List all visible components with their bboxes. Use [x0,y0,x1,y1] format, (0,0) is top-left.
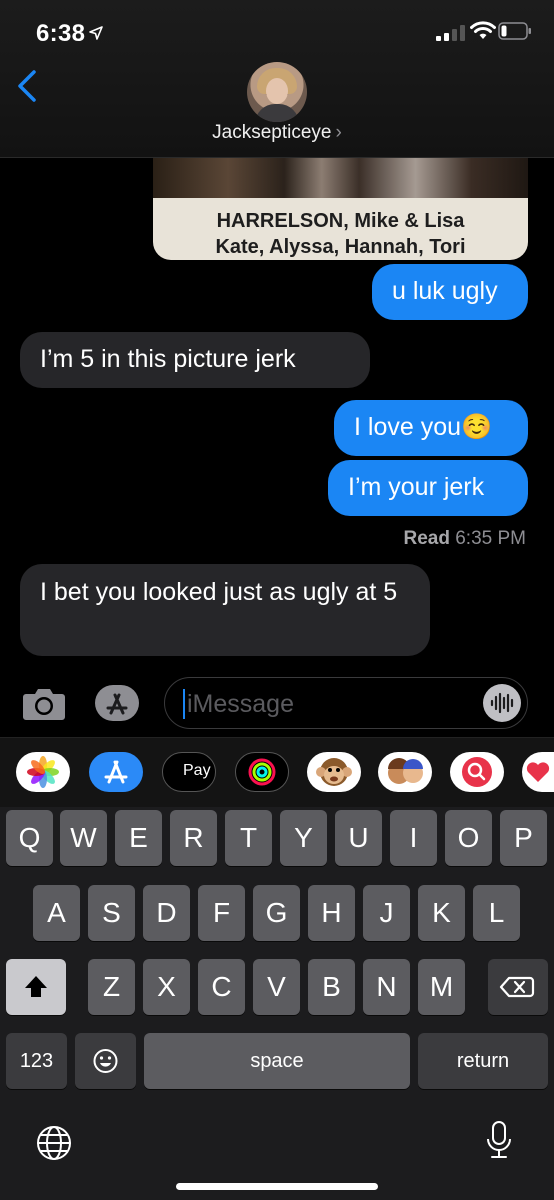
apple-pay-icon[interactable]: Pay [162,752,216,792]
key-e[interactable]: E [115,810,162,866]
app-store-button-icon[interactable] [94,684,140,722]
backspace-icon [499,976,535,998]
emoji-key[interactable] [75,1033,136,1089]
key-k[interactable]: K [418,885,465,941]
keyboard: Q W E R T Y U I O P A S D F G H J K L Z … [0,807,554,1200]
key-a[interactable]: A [33,885,80,941]
search-images-icon[interactable] [450,752,504,792]
conversation-header: 6:38 Jacksepticeye › [0,0,554,158]
heart-sticker-icon[interactable] [522,752,554,792]
read-time: 6:35 PM [455,528,526,549]
key-o[interactable]: O [445,810,492,866]
input-placeholder: iMessage [187,690,294,718]
apple-pay-label: Pay [183,762,211,779]
home-indicator[interactable] [176,1183,378,1190]
delete-key[interactable] [488,959,548,1015]
key-b[interactable]: B [308,959,355,1015]
app-drawer: Pay [0,737,554,807]
key-f[interactable]: F [198,885,245,941]
return-key[interactable]: return [418,1033,548,1089]
message-bubble-outgoing[interactable]: u luk ugly [372,264,528,320]
key-u[interactable]: U [335,810,382,866]
contact-name: Jacksepticeye [212,122,332,143]
key-p[interactable]: P [500,810,547,866]
key-q[interactable]: Q [6,810,53,866]
key-r[interactable]: R [170,810,217,866]
message-bubble-incoming[interactable]: I bet you looked just as ugly at 5 [20,564,430,656]
contact-name-button[interactable]: Jacksepticeye › [0,122,554,144]
dictation-microphone-icon[interactable] [482,1119,516,1165]
globe-icon[interactable] [34,1123,74,1163]
camera-icon[interactable] [22,684,66,722]
status-time: 6:38 [36,20,86,47]
shift-key[interactable] [6,959,66,1015]
status-bar: 6:38 [0,0,554,60]
key-t[interactable]: T [225,810,272,866]
numbers-key[interactable]: 123 [6,1033,67,1089]
back-chevron-icon[interactable] [14,68,40,104]
contact-avatar[interactable] [247,62,307,122]
animoji-icon[interactable] [307,752,361,792]
wifi-icon [470,21,496,39]
audio-message-button[interactable] [483,684,521,722]
key-m[interactable]: M [418,959,465,1015]
photos-icon[interactable] [16,752,70,792]
key-v[interactable]: V [253,959,300,1015]
battery-icon [498,22,531,40]
key-h[interactable]: H [308,885,355,941]
chevron-right-icon: › [335,122,342,143]
waveform-icon [490,692,514,714]
key-l[interactable]: L [473,885,520,941]
key-w[interactable]: W [60,810,107,866]
activity-icon[interactable] [235,752,289,792]
photo-caption-line1: HARRELSON, Mike & Lisa [216,210,465,232]
message-bubble-outgoing[interactable]: I love you☺️ [334,400,528,456]
app-store-icon[interactable] [89,752,143,792]
key-y[interactable]: Y [280,810,327,866]
read-receipt: Read 6:35 PM [403,528,526,550]
key-g[interactable]: G [253,885,300,941]
key-n[interactable]: N [363,959,410,1015]
imessage-input[interactable]: iMessage [164,677,528,729]
emoji-icon [93,1049,118,1073]
memoji-icon[interactable] [378,752,432,792]
message-bubble-outgoing[interactable]: I’m your jerk [328,460,528,516]
key-j[interactable]: J [363,885,410,941]
key-d[interactable]: D [143,885,190,941]
text-cursor [183,689,185,719]
shift-arrow-icon [25,976,47,997]
key-z[interactable]: Z [88,959,135,1015]
key-x[interactable]: X [143,959,190,1015]
read-label: Read [403,528,450,549]
cellular-signal-icon [436,25,465,41]
photo-caption-line2: Kate, Alyssa, Hannah, Tori [215,236,466,258]
message-bubble-incoming[interactable]: I’m 5 in this picture jerk [20,332,370,388]
key-c[interactable]: C [198,959,245,1015]
key-s[interactable]: S [88,885,135,941]
key-i[interactable]: I [390,810,437,866]
location-arrow-icon [89,26,103,40]
space-bar[interactable]: space [144,1033,410,1089]
